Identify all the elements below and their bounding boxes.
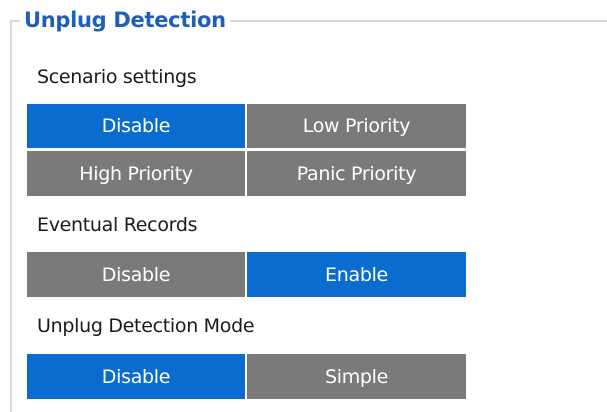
- group-border-left: [10, 20, 12, 412]
- group-border-top-right: [228, 20, 607, 22]
- eventual-records-enable-button[interactable]: Enable: [247, 252, 466, 297]
- eventual-records-label: Eventual Records: [37, 214, 198, 236]
- scenario-panic-priority-button[interactable]: Panic Priority: [247, 151, 466, 196]
- group-title: Unplug Detection: [20, 4, 230, 36]
- unplug-detection-mode-label: Unplug Detection Mode: [37, 315, 255, 337]
- scenario-high-priority-button[interactable]: High Priority: [27, 151, 245, 196]
- scenario-low-priority-button[interactable]: Low Priority: [247, 104, 466, 148]
- unplug-mode-disable-button[interactable]: Disable: [27, 354, 245, 399]
- unplug-mode-simple-button[interactable]: Simple: [247, 354, 466, 399]
- eventual-records-disable-button[interactable]: Disable: [27, 252, 245, 297]
- scenario-settings-label: Scenario settings: [37, 66, 197, 88]
- scenario-disable-button[interactable]: Disable: [27, 104, 245, 148]
